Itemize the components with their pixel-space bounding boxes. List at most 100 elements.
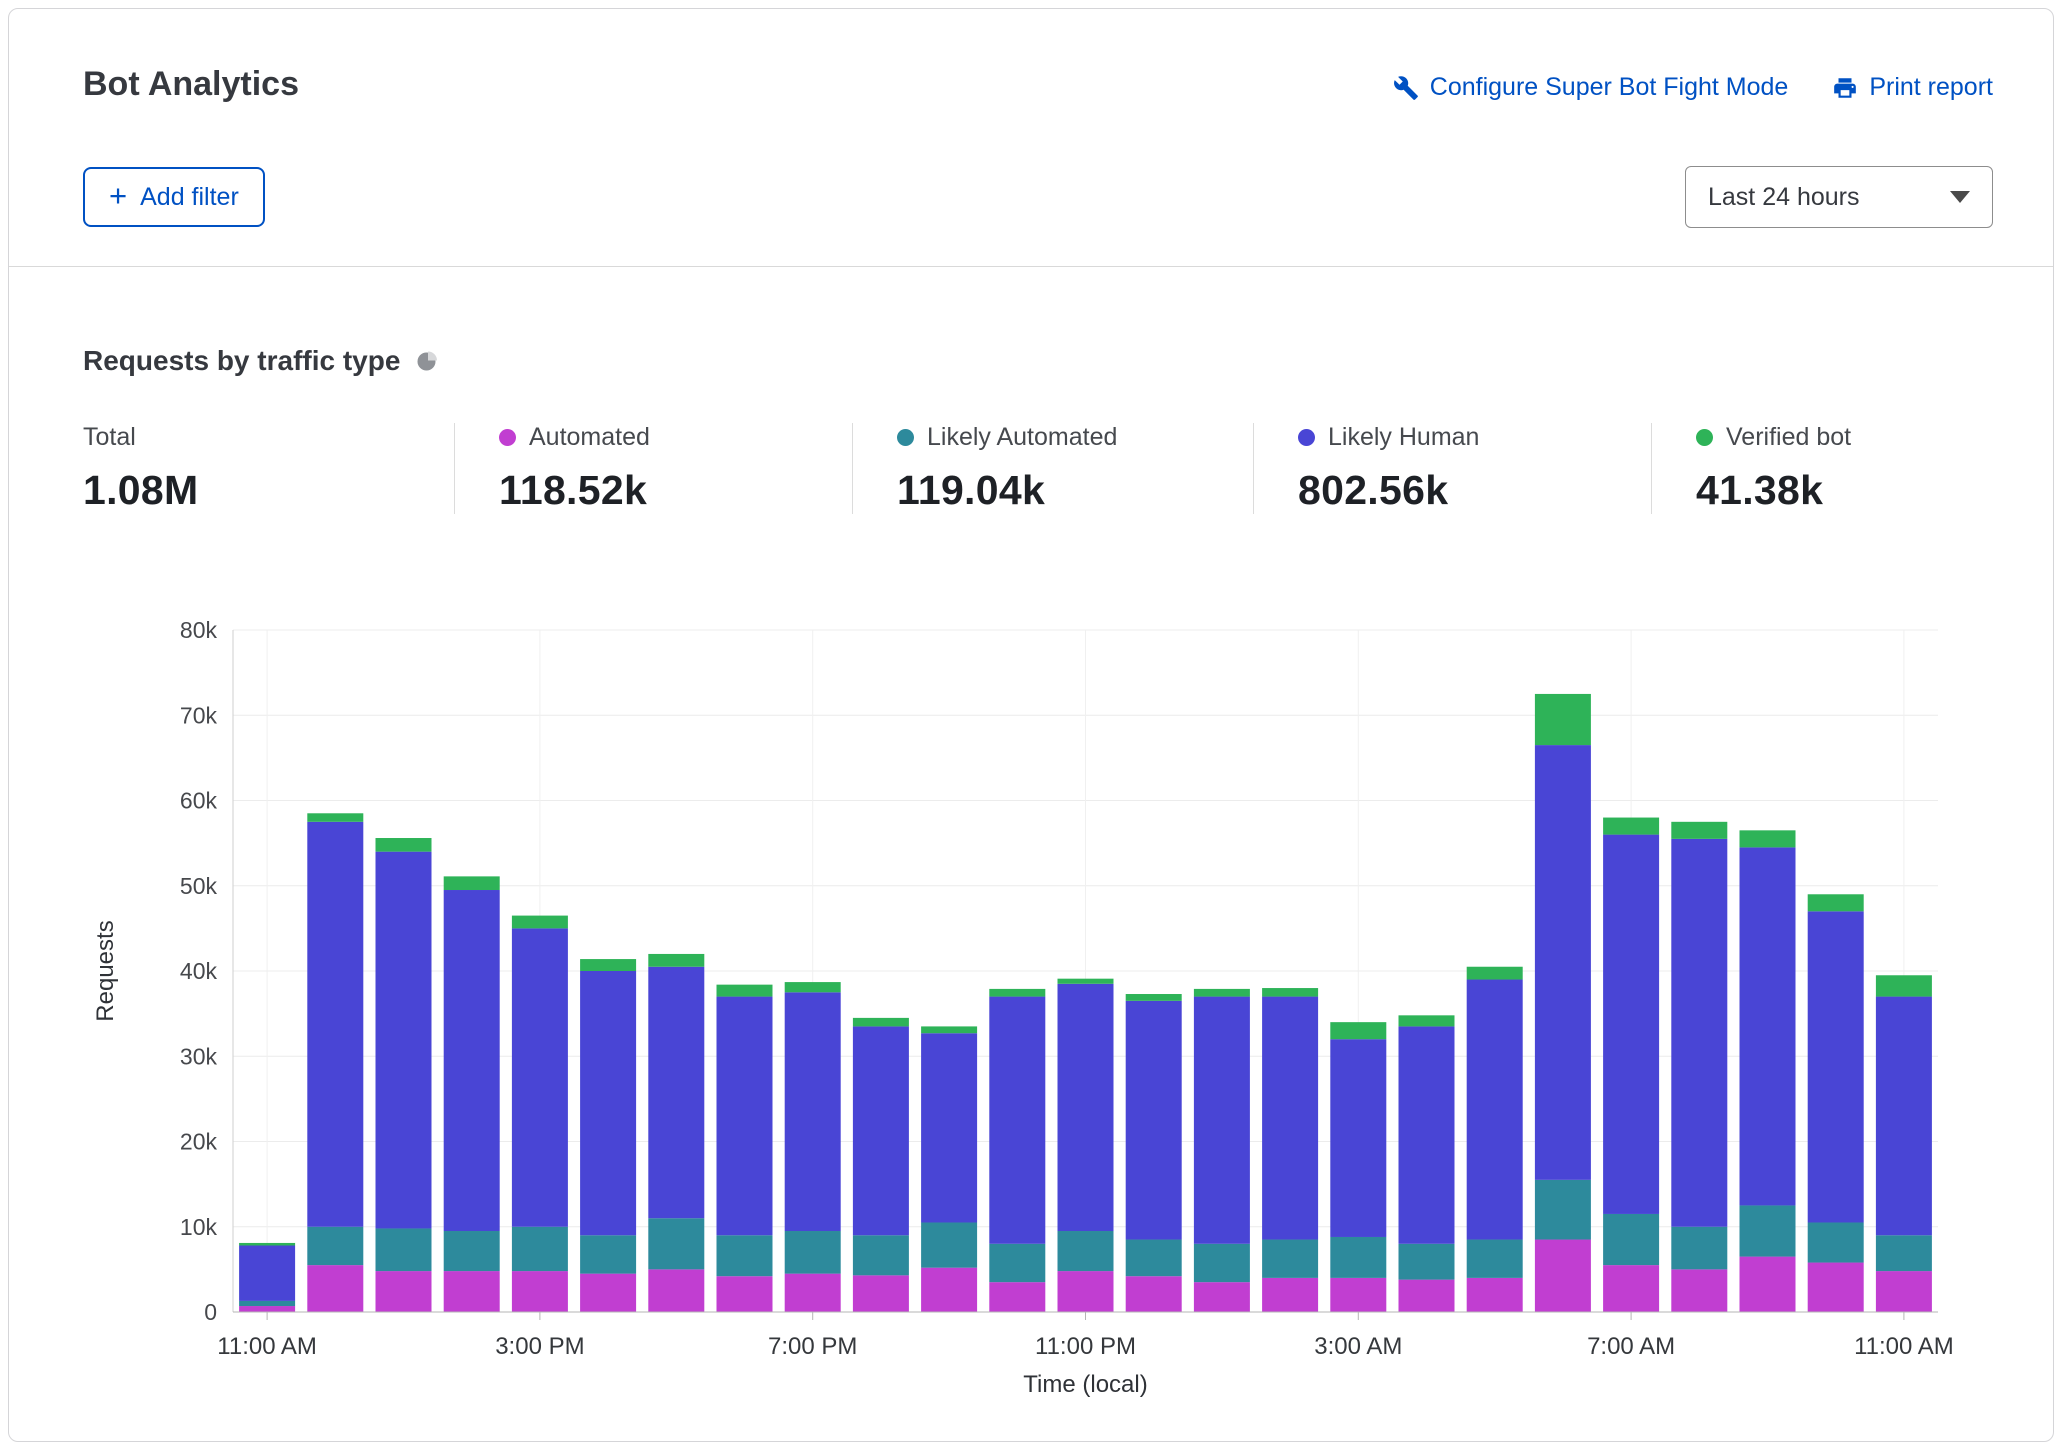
bar-segment-likely-human: [1262, 997, 1318, 1240]
stat-automated-value: 118.52k: [499, 467, 832, 514]
bar-segment-likely-human: [648, 967, 704, 1218]
x-tick-label: 11:00 AM: [217, 1333, 317, 1360]
bar-segment-likely-automated: [1262, 1240, 1318, 1278]
bar-segment-verified-bot: [1603, 818, 1659, 835]
add-filter-button[interactable]: + Add filter: [83, 167, 265, 227]
bar-segment-likely-human: [1126, 1001, 1182, 1240]
bot-analytics-card: Bot Analytics Configure Super Bot Fight …: [8, 8, 2054, 1442]
bar-segment-automated: [853, 1275, 909, 1312]
bar-segment-verified-bot: [1262, 988, 1318, 997]
bar-segment-automated: [444, 1271, 500, 1312]
bar-segment-likely-automated: [376, 1228, 432, 1271]
stat-total-value: 1.08M: [83, 467, 434, 514]
bar-segment-automated: [580, 1274, 636, 1312]
bar-segment-automated: [1671, 1269, 1727, 1312]
bar-segment-automated: [1262, 1278, 1318, 1312]
bar-segment-automated: [1535, 1240, 1591, 1312]
bar-segment-likely-human: [580, 971, 636, 1235]
bar-segment-likely-human: [717, 997, 773, 1236]
bar-segment-automated: [1603, 1265, 1659, 1312]
bar-segment-likely-human: [1058, 984, 1114, 1231]
header-links: Configure Super Bot Fight Mode Print rep…: [1393, 73, 1993, 102]
stat-verified-bot: Verified bot 41.38k: [1651, 423, 1871, 514]
bar-segment-likely-automated: [1467, 1240, 1523, 1278]
bar-segment-likely-automated: [512, 1227, 568, 1271]
pie-chart-icon: [415, 349, 439, 373]
automated-legend-dot: [499, 429, 516, 446]
bar-segment-automated: [512, 1271, 568, 1312]
y-tick-label: 70k: [180, 702, 218, 728]
bar-segment-likely-automated: [1808, 1222, 1864, 1262]
y-tick-label: 0: [204, 1299, 217, 1325]
chart-wrap: 010k20k30k40k50k60k70k80k11:00 AM3:00 PM…: [83, 606, 1993, 1406]
bar-segment-likely-automated: [717, 1235, 773, 1276]
bar-segment-likely-automated: [853, 1235, 909, 1275]
y-tick-label: 20k: [180, 1129, 218, 1155]
bar-segment-verified-bot: [1467, 967, 1523, 980]
bar-segment-verified-bot: [580, 959, 636, 971]
likely-automated-legend-dot: [897, 429, 914, 446]
bar-segment-likely-automated: [1603, 1214, 1659, 1265]
bar-segment-likely-automated: [307, 1227, 363, 1265]
bar-segment-likely-automated: [239, 1301, 295, 1306]
x-tick-label: 3:00 PM: [495, 1333, 584, 1360]
y-axis-title: Requests: [92, 920, 119, 1021]
x-tick-label: 11:00 AM: [1854, 1333, 1954, 1360]
bar-segment-automated: [1126, 1276, 1182, 1312]
bar-segment-verified-bot: [307, 813, 363, 822]
stat-automated: Automated 118.52k: [454, 423, 852, 514]
stat-likely-automated: Likely Automated 119.04k: [852, 423, 1253, 514]
print-report-link[interactable]: Print report: [1832, 73, 1993, 102]
stat-likely-human-label: Likely Human: [1328, 423, 1479, 452]
bar-segment-verified-bot: [1740, 830, 1796, 847]
bar-segment-likely-automated: [1740, 1205, 1796, 1256]
bar-segment-automated: [1467, 1278, 1523, 1312]
bar-segment-likely-automated: [1058, 1231, 1114, 1271]
bar-segment-automated: [785, 1274, 841, 1312]
bar-segment-likely-automated: [1671, 1227, 1727, 1270]
bar-segment-automated: [1330, 1278, 1386, 1312]
bar-segment-likely-automated: [1535, 1180, 1591, 1240]
bar-segment-automated: [239, 1306, 295, 1312]
bar-segment-likely-automated: [580, 1235, 636, 1273]
stat-verified-bot-label: Verified bot: [1726, 423, 1851, 452]
configure-super-bot-fight-mode-link[interactable]: Configure Super Bot Fight Mode: [1393, 73, 1789, 102]
x-tick-label: 3:00 AM: [1314, 1333, 1402, 1360]
bar-segment-likely-automated: [1194, 1244, 1250, 1282]
bar-segment-verified-bot: [1671, 822, 1727, 839]
bar-segment-likely-human: [1603, 835, 1659, 1214]
bar-segment-automated: [376, 1271, 432, 1312]
bar-segment-automated: [648, 1269, 704, 1312]
bar-segment-automated: [1399, 1280, 1455, 1312]
bar-segment-likely-human: [989, 997, 1045, 1244]
bar-segment-likely-human: [307, 822, 363, 1227]
bar-segment-verified-bot: [853, 1018, 909, 1027]
bar-segment-likely-automated: [1876, 1235, 1932, 1271]
x-tick-label: 11:00 PM: [1035, 1333, 1136, 1360]
bar-segment-likely-automated: [1330, 1237, 1386, 1278]
time-range-select[interactable]: Last 24 hours: [1685, 166, 1993, 228]
bar-segment-automated: [1194, 1282, 1250, 1312]
bar-segment-likely-human: [1876, 997, 1932, 1236]
bar-segment-automated: [1740, 1257, 1796, 1312]
bar-segment-likely-human: [1740, 847, 1796, 1205]
bar-segment-verified-bot: [376, 838, 432, 852]
y-tick-label: 30k: [180, 1043, 218, 1069]
bar-segment-verified-bot: [921, 1026, 977, 1033]
bar-segment-likely-human: [1194, 997, 1250, 1244]
bar-segment-likely-human: [444, 890, 500, 1231]
bar-segment-automated: [1058, 1271, 1114, 1312]
bar-segment-likely-human: [1399, 1026, 1455, 1243]
stat-likely-human-value: 802.56k: [1298, 467, 1631, 514]
bar-segment-verified-bot: [1058, 979, 1114, 984]
bar-segment-likely-automated: [921, 1222, 977, 1267]
bar-segment-likely-automated: [1399, 1244, 1455, 1280]
bar-segment-likely-human: [1808, 911, 1864, 1222]
printer-icon: [1832, 75, 1858, 101]
stat-likely-automated-value: 119.04k: [897, 467, 1233, 514]
x-tick-label: 7:00 AM: [1587, 1333, 1675, 1360]
bar-segment-verified-bot: [444, 876, 500, 890]
add-filter-label: Add filter: [140, 183, 239, 212]
bar-segment-likely-human: [1535, 745, 1591, 1180]
bar-segment-likely-automated: [989, 1244, 1045, 1282]
